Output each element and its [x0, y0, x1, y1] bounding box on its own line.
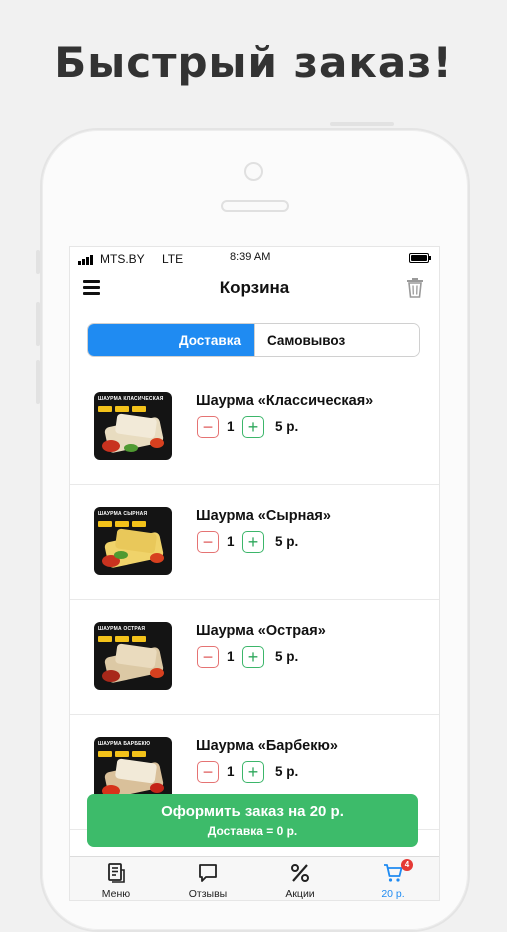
increase-quantity-button[interactable]: +	[242, 646, 264, 668]
battery-icon	[409, 253, 429, 263]
decrease-quantity-button[interactable]: −	[197, 531, 219, 553]
tab-cart[interactable]: 4 20 р.	[347, 857, 439, 900]
tab-reviews[interactable]: Отзывы	[162, 857, 254, 900]
product-image-caption: ШАУРМА СЫРНАЯ	[98, 511, 147, 517]
segment-pickup[interactable]: Самовывоз	[254, 324, 419, 356]
delivery-cost: Доставка = 0 р.	[87, 824, 418, 838]
product-price: 5 р.	[275, 649, 298, 664]
quantity-value: 1	[227, 534, 235, 549]
product-image-caption: ШАУРМА БАРБЕКЮ	[98, 741, 150, 747]
promo-headline: Быстрый заказ!	[0, 38, 507, 87]
product-price: 5 р.	[275, 534, 298, 549]
network-type: LTE	[162, 252, 183, 266]
phone-speaker	[221, 200, 289, 212]
tab-bar: Меню Отзывы Акции 4 20 р.	[70, 856, 439, 900]
phone-volume-up	[36, 302, 40, 346]
product-image-caption: ШАУРМА КЛАСИЧЕСКАЯ	[98, 396, 164, 402]
product-name: Шаурма «Классическая»	[196, 393, 373, 409]
phone-side-button	[36, 250, 40, 274]
cart-item: ШАУРМА КЛАСИЧЕСКАЯ Шаурма «Классическая»…	[70, 370, 439, 485]
phone-power-button	[330, 122, 394, 126]
increase-quantity-button[interactable]: +	[242, 761, 264, 783]
checkout-button[interactable]: Оформить заказ на 20 р. Доставка = 0 р.	[87, 794, 418, 847]
tab-label: 20 р.	[347, 888, 439, 900]
phone-volume-down	[36, 360, 40, 404]
page-title: Корзина	[70, 278, 439, 298]
quantity-value: 1	[227, 419, 235, 434]
tab-menu[interactable]: Меню	[70, 857, 162, 900]
decrease-quantity-button[interactable]: −	[197, 761, 219, 783]
cart-item: ШАУРМА СЫРНАЯ Шаурма «Сырная» − 1 + 5 р.	[70, 485, 439, 600]
signal-icon	[78, 255, 93, 265]
cart-list: ШАУРМА КЛАСИЧЕСКАЯ Шаурма «Классическая»…	[70, 370, 439, 830]
product-name: Шаурма «Острая»	[196, 623, 326, 639]
decrease-quantity-button[interactable]: −	[197, 416, 219, 438]
product-image: ШАУРМА ОСТРАЯ	[94, 622, 172, 690]
status-bar: MTS.BY LTE 8:39 AM	[70, 247, 439, 271]
trash-icon[interactable]	[405, 277, 425, 299]
quantity-value: 1	[227, 649, 235, 664]
product-image: ШАУРМА КЛАСИЧЕСКАЯ	[94, 392, 172, 460]
phone-camera	[244, 162, 263, 181]
cart-count-badge: 4	[401, 859, 413, 871]
checkout-label: Оформить заказ на 20 р.	[87, 803, 418, 820]
tab-label: Акции	[254, 888, 346, 900]
menu-book-icon	[105, 862, 127, 884]
status-time: 8:39 AM	[230, 251, 270, 263]
product-name: Шаурма «Барбекю»	[196, 738, 338, 754]
increase-quantity-button[interactable]: +	[242, 531, 264, 553]
product-name: Шаурма «Сырная»	[196, 508, 331, 524]
product-price: 5 р.	[275, 764, 298, 779]
decrease-quantity-button[interactable]: −	[197, 646, 219, 668]
nav-bar: Корзина	[70, 273, 439, 303]
percent-icon	[289, 862, 311, 884]
product-image-caption: ШАУРМА ОСТРАЯ	[98, 626, 145, 632]
carrier-name: MTS.BY	[100, 252, 145, 266]
product-image: ШАУРМА СЫРНАЯ	[94, 507, 172, 575]
quantity-value: 1	[227, 764, 235, 779]
app-screen: MTS.BY LTE 8:39 AM Корзина Доставка Само…	[70, 247, 439, 900]
tab-promotions[interactable]: Акции	[254, 857, 346, 900]
tab-label: Меню	[70, 888, 162, 900]
tab-label: Отзывы	[162, 888, 254, 900]
delivery-mode-switch: Доставка Самовывоз	[87, 323, 420, 357]
cart-item: ШАУРМА ОСТРАЯ Шаурма «Острая» − 1 + 5 р.	[70, 600, 439, 715]
segment-delivery[interactable]: Доставка	[88, 324, 254, 356]
chat-bubble-icon	[197, 862, 219, 884]
increase-quantity-button[interactable]: +	[242, 416, 264, 438]
product-price: 5 р.	[275, 419, 298, 434]
